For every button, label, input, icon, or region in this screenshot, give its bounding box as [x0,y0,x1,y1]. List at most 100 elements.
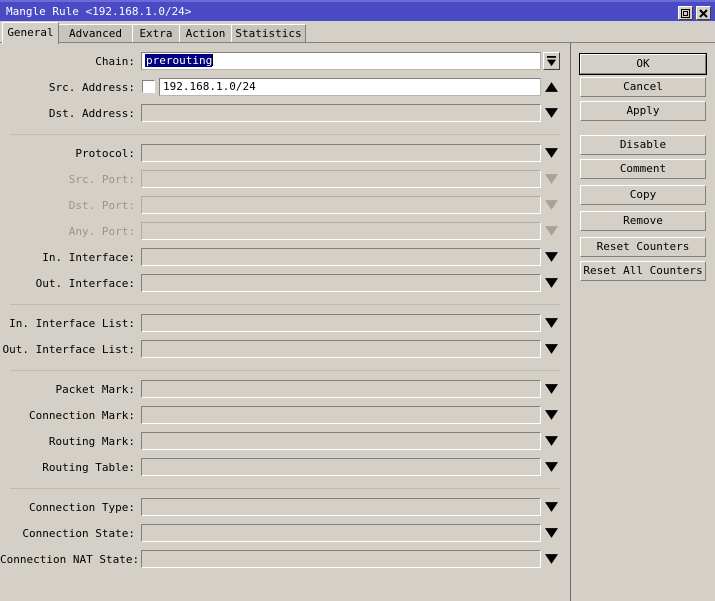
chevron-down-icon-dst-port [545,200,558,211]
form-row-connection-mark: Connection Mark: [0,405,570,425]
chevron-down-icon-routing-table[interactable] [545,462,558,473]
label-src-port: Src. Port: [68,173,135,186]
chevron-down-icon-out-interface[interactable] [545,278,558,289]
form-row-src-port: Src. Port: [0,169,570,189]
general-form-panel: Chain: prerouting Src. Address: 192.168.1.0… [0,43,570,601]
input-any-port [141,222,541,240]
label-dst-port: Dst. Port: [68,199,135,212]
comment-button[interactable]: Comment [580,159,706,179]
text-caret [212,54,214,66]
chevron-down-icon-protocol[interactable] [545,148,558,159]
label-protocol: Protocol: [75,147,135,160]
chevron-down-icon-connection-type[interactable] [545,502,558,513]
label-connection-type: Connection Type: [29,501,135,514]
input-dst-port [141,196,541,214]
label-routing-mark: Routing Mark: [48,435,135,448]
selected-text: prerouting [145,54,213,67]
form-row-src-address: Src. Address: 192.168.1.0/24 [0,77,570,97]
form-row-out-interface: Out. Interface: [0,273,570,293]
tab-general[interactable]: General [2,22,59,44]
chevron-down-icon-connection-nat-state[interactable] [545,554,558,565]
input-in-interface-list[interactable] [141,314,541,332]
input-out-interface-list[interactable] [141,340,541,358]
mangle-rule-dialog: Mangle Rule <192.168.1.0/24> General Adva… [0,0,715,601]
chevron-down-icon-out-interface-list[interactable] [545,344,558,355]
tab-action[interactable]: Action [179,24,232,43]
form-row-in-interface: In. Interface: [0,247,570,267]
input-connection-nat-state[interactable] [141,550,541,568]
negate-checkbox-src-address[interactable] [142,80,155,93]
form-row-protocol: Protocol: [0,143,570,163]
input-packet-mark[interactable] [141,380,541,398]
label-out-interface-list: Out. Interface List: [2,343,135,356]
reset-counters-button[interactable]: Reset Counters [580,237,706,257]
reset-all-counters-button[interactable]: Reset All Counters [580,261,706,281]
input-src-address[interactable]: 192.168.1.0/24 [159,78,541,96]
chevron-down-icon-connection-mark[interactable] [545,410,558,421]
chevron-down-icon [545,410,558,420]
input-out-interface[interactable] [141,274,541,292]
label-out-interface: Out. Interface: [35,277,135,290]
input-dst-address[interactable] [141,104,541,122]
ok-button[interactable]: OK [579,53,707,75]
disable-button[interactable]: Disable [580,135,706,155]
input-src-port [141,170,541,188]
group-separator [10,134,560,135]
input-routing-table[interactable] [141,458,541,476]
chevron-down-icon-src-port [545,174,558,185]
maximize-icon [681,9,690,18]
chevron-down-icon [545,252,558,262]
close-button[interactable] [696,6,711,20]
tab-extra[interactable]: Extra [132,24,180,43]
group-separator [10,488,560,489]
label-chain: Chain: [95,55,135,68]
chevron-down-icon-in-interface[interactable] [545,252,558,263]
chevron-down-icon-packet-mark[interactable] [545,384,558,395]
chevron-down-icon-routing-mark[interactable] [545,436,558,447]
window-title: Mangle Rule <192.168.1.0/24> [6,5,192,18]
title-bar: Mangle Rule <192.168.1.0/24> [0,0,715,21]
dropdown-button-chain[interactable] [543,52,560,70]
tab-statistics[interactable]: Statistics [231,24,306,43]
label-in-interface-list: In. Interface List: [9,317,135,330]
remove-button[interactable]: Remove [580,211,706,231]
chevron-down-icon-connection-state[interactable] [545,528,558,539]
chevron-down-icon [545,148,558,158]
input-in-interface[interactable] [141,248,541,266]
label-routing-table: Routing Table: [42,461,135,474]
apply-button[interactable]: Apply [580,101,706,121]
label-connection-state: Connection State: [22,527,135,540]
chevron-down-icon [545,318,558,328]
input-connection-state[interactable] [141,524,541,542]
chevron-down-icon [545,108,558,118]
input-connection-type[interactable] [141,498,541,516]
form-row-connection-state: Connection State: [0,523,570,543]
input-protocol[interactable] [141,144,541,162]
tab-bar: General Advanced Extra Action Statistics [0,21,715,44]
input-routing-mark[interactable] [141,432,541,450]
chevron-down-icon [545,384,558,394]
cancel-button[interactable]: Cancel [580,77,706,97]
form-row-any-port: Any. Port: [0,221,570,241]
label-dst-address: Dst. Address: [48,107,135,120]
form-row-routing-mark: Routing Mark: [0,431,570,451]
input-connection-mark[interactable] [141,406,541,424]
chevron-down-icon-dst-address[interactable] [545,108,558,119]
chevron-down-icon [545,278,558,288]
chevron-down-icon-in-interface-list[interactable] [545,318,558,329]
chevron-up-icon-src-address[interactable] [545,82,558,93]
copy-button[interactable]: Copy [580,185,706,205]
chevron-down-icon [545,200,558,210]
form-row-dst-address: Dst. Address: [0,103,570,123]
form-row-chain: Chain: prerouting [0,51,570,71]
label-src-address: Src. Address: [48,81,135,94]
input-chain[interactable]: prerouting [141,52,541,70]
chevron-down-icon [545,436,558,446]
maximize-button[interactable] [678,6,693,20]
group-separator [10,304,560,305]
label-any-port: Any. Port: [68,225,135,238]
tab-advanced[interactable]: Advanced [58,24,133,43]
chevron-down-icon [545,554,558,564]
action-button-panel: OK Cancel Apply Disable Comment Copy Remove Res… [571,43,715,601]
form-row-dst-port: Dst. Port: [0,195,570,215]
